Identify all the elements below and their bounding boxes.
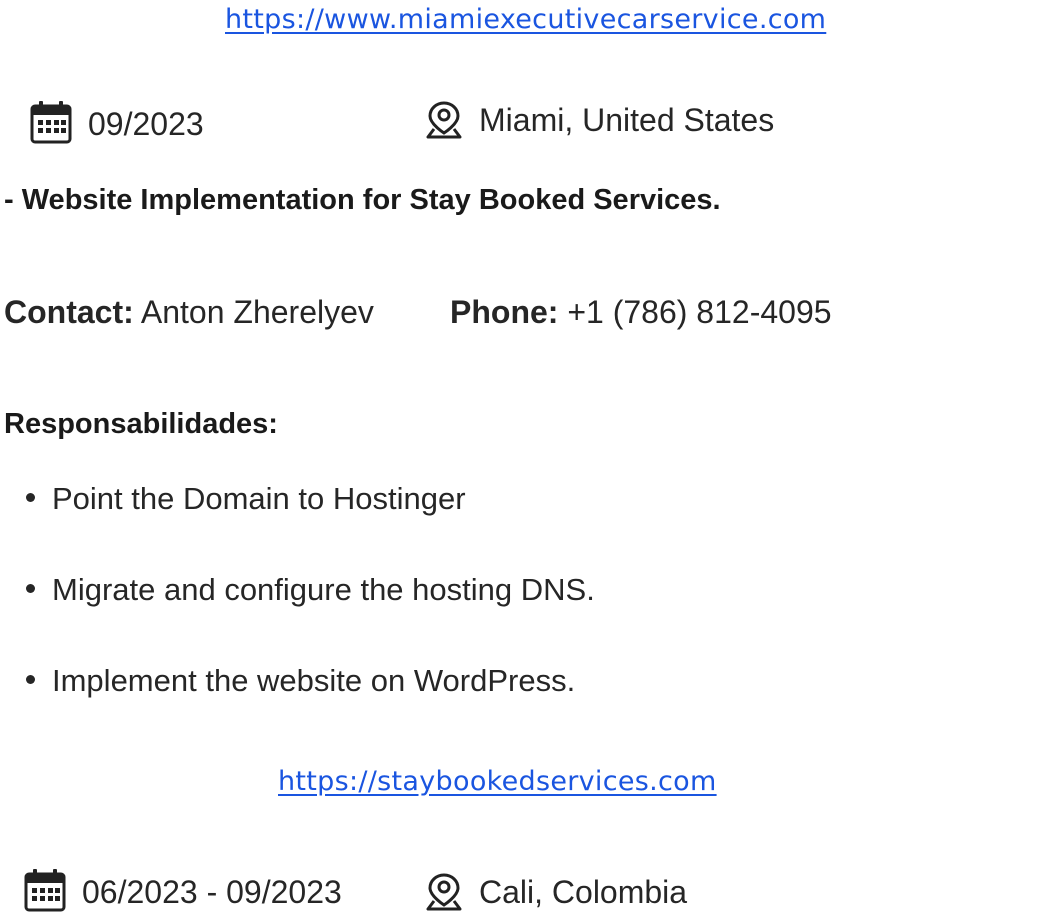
phone-number: +1 (786) 812-4095 (567, 294, 832, 330)
contact-line: Contact: Anton Zherelyev (4, 294, 374, 331)
project-location: Miami, United States (479, 102, 775, 138)
project-location: Cali, Colombia (479, 874, 688, 910)
bullet-dot (26, 493, 35, 503)
contact-label: Contact: (4, 294, 134, 330)
project-url-link[interactable]: https://staybookedservices.com (278, 766, 717, 797)
list-item: Implement the website on WordPress. (26, 663, 575, 699)
bullet-dot (26, 584, 35, 594)
phone-label: Phone: (450, 294, 559, 330)
bullet-dot (26, 675, 35, 685)
project-date: 09/2023 (88, 106, 204, 142)
location-pin-icon (426, 873, 462, 911)
project-date: 06/2023 - 09/2023 (82, 874, 342, 910)
list-item-text: Point the Domain to Hostinger (52, 481, 466, 516)
phone-line: Phone: +1 (786) 812-4095 (450, 294, 832, 331)
list-item-text: Migrate and configure the hosting DNS. (52, 572, 595, 607)
project-title: - Website Implementation for Stay Booked… (4, 184, 721, 216)
location-pin-icon (426, 101, 462, 139)
list-item: Point the Domain to Hostinger (26, 481, 466, 517)
list-item: Migrate and configure the hosting DNS. (26, 572, 595, 608)
calendar-icon (24, 869, 66, 912)
calendar-icon (30, 101, 72, 144)
contact-name: Anton Zherelyev (140, 294, 374, 330)
project-url-link[interactable]: https://www.miamiexecutivecarservice.com (225, 4, 826, 35)
list-item-text: Implement the website on WordPress. (52, 663, 576, 698)
responsibilities-heading: Responsabilidades: (4, 408, 278, 440)
